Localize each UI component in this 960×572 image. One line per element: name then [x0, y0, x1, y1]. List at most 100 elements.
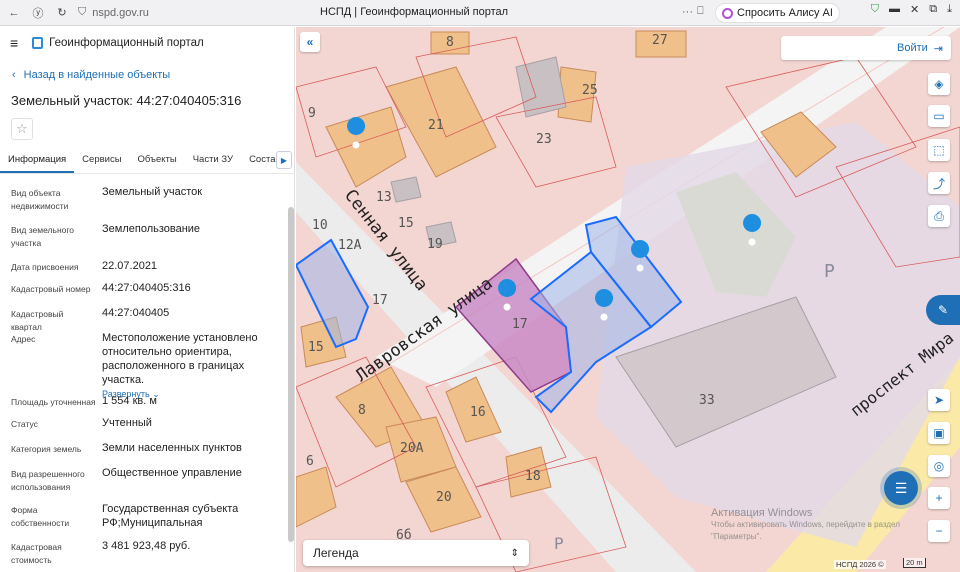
prop-label: Площадь уточненная — [11, 397, 96, 407]
building-number: 18 — [525, 469, 541, 484]
side-panel-tab[interactable]: ✎ — [926, 295, 960, 325]
prop-label: Вид разрешенного использования — [11, 469, 85, 492]
portal-logo[interactable]: Геоинформационный портал — [32, 37, 204, 49]
bookmark-icon[interactable]: ⎕ — [697, 5, 704, 18]
panel-scrollbar[interactable] — [288, 207, 294, 542]
measure-button[interactable]: ▭ — [928, 105, 950, 127]
prop-value: 3 481 923,48 руб. — [102, 540, 191, 552]
map-view[interactable]: 8 27 9 25 21 23 13 10 15 19 12А 17 15 17… — [296, 27, 960, 572]
building-number: 20 — [436, 490, 452, 505]
building — [390, 176, 422, 203]
collections-icon[interactable]: ⧉ — [929, 3, 937, 16]
zoom-out-button[interactable]: − — [928, 520, 950, 542]
watermark-line: Чтобы активировать Windows, перейдите в … — [711, 520, 900, 529]
menu-icon[interactable]: ≡ — [10, 35, 18, 51]
prop-value: Земли населенных пунктов — [102, 442, 242, 454]
yandex-icon[interactable]: ⓨ — [28, 3, 48, 23]
watermark-line: Активация Windows — [711, 507, 813, 519]
prop-label: Кадастровый квартал — [11, 309, 64, 332]
windows-activation-watermark: Активация Windows Чтобы активировать Win… — [711, 507, 900, 543]
building-number: 8 — [358, 403, 366, 418]
building — [296, 466, 337, 528]
legend-dropdown[interactable]: Легенда ⇕ — [303, 540, 529, 566]
watermark-line: "Параметры". — [711, 532, 762, 541]
share-button[interactable]: ⤴ — [928, 172, 950, 194]
back-icon[interactable]: ← — [4, 3, 24, 23]
download-icon[interactable]: ⤓ — [947, 3, 952, 16]
chevron-left-icon: ‹ — [12, 69, 16, 81]
copyright-text: НСПД 2026 © — [834, 560, 886, 569]
prop-value: 22.07.2021 — [102, 260, 158, 272]
nspd-logo-icon — [32, 37, 44, 49]
map-canvas[interactable]: 8 27 9 25 21 23 13 10 15 19 12А 17 15 17… — [296, 27, 960, 572]
object-info-panel: ≡ Геоинформационный портал ‹ Назад в най… — [0, 27, 295, 572]
select-area-button[interactable]: ⬚ — [928, 139, 950, 161]
my-location-button[interactable]: ➤ — [928, 389, 950, 411]
portal-name: Геоинформационный портал — [49, 37, 204, 49]
back-link-label: Назад в найденные объекты — [23, 69, 171, 81]
more-icon[interactable]: ··· — [682, 6, 693, 18]
prop-label: Кадастровая стоимость — [11, 542, 62, 565]
tab-parcel-parts[interactable]: Части ЗУ — [185, 148, 241, 173]
building-number: 20А — [400, 441, 424, 456]
prop-value: Государственная субъекта РФ;Муниципальна… — [102, 503, 239, 529]
star-icon: ☆ — [16, 121, 28, 136]
building-number: 23 — [536, 132, 552, 147]
building-number: 9 — [308, 106, 316, 121]
chat-button[interactable]: ☰ — [884, 471, 918, 505]
geolocation-button[interactable]: ◎ — [928, 455, 950, 477]
login-button[interactable]: Войти ⇥ — [781, 36, 951, 60]
prop-label: Дата присвоения — [11, 262, 79, 272]
building-number: 16 — [470, 405, 486, 420]
tabs-scroll-right-button[interactable]: ▶ — [276, 151, 292, 169]
prop-value: Общественное управление — [102, 467, 242, 479]
address-bar[interactable]: ⛉ nspd.gov.ru — [78, 6, 149, 19]
building-number: 33 — [699, 393, 715, 408]
share-icon: ⤴ — [932, 176, 945, 191]
print-button[interactable]: ⎙ — [928, 205, 950, 227]
collapse-panel-button[interactable]: « — [300, 32, 320, 52]
extension-icon[interactable]: ▬ — [889, 3, 900, 16]
prop-value: 44:27:040405 — [102, 307, 170, 319]
login-icon: ⇥ — [933, 42, 943, 55]
shield-icon: ⛉ — [78, 6, 87, 18]
tab-objects[interactable]: Объекты — [130, 148, 185, 173]
plus-icon: + — [935, 491, 943, 505]
building-number: 27 — [652, 33, 668, 48]
back-to-results-link[interactable]: ‹ Назад в найденные объекты — [12, 69, 170, 81]
prop-value: 1 554 кв. м — [102, 395, 157, 407]
map-tool-icon: ✎ — [937, 303, 949, 317]
address-text: Местоположение установлено относительно … — [102, 332, 258, 386]
basemap-button[interactable]: ▣ — [928, 422, 950, 444]
building-number: 10 — [312, 218, 328, 233]
alice-icon — [722, 7, 733, 19]
layers-button[interactable]: ◈ — [928, 73, 950, 95]
protect-icon[interactable]: ⛉ — [871, 3, 879, 16]
reload-icon[interactable]: ↻ — [52, 3, 72, 23]
tab-information[interactable]: Информация — [0, 148, 75, 173]
prop-label: Адрес — [11, 334, 36, 344]
prop-value: Учтенный — [102, 417, 152, 429]
select-area-icon: ⬚ — [933, 143, 945, 157]
favorite-button[interactable]: ☆ — [11, 118, 33, 140]
prop-value: Земельный участок — [102, 186, 203, 198]
page-title: НСПД | Геоинформационный портал — [320, 6, 509, 18]
tab-services[interactable]: Сервисы — [74, 148, 129, 173]
tools-icon[interactable]: ✕ — [910, 3, 919, 16]
minus-icon: − — [935, 524, 943, 538]
properties-list: Вид объекта недвижимости Земельный участ… — [0, 179, 288, 572]
ruler-icon: ▭ — [933, 109, 945, 123]
target-icon: ◎ — [933, 459, 945, 473]
building-number: 17 — [512, 317, 528, 332]
portal-header: ≡ Геоинформационный портал — [0, 27, 294, 59]
ask-alice-button[interactable]: Спросить Алису AI — [715, 3, 840, 23]
prop-label: Кадастровый номер — [11, 284, 91, 294]
building-number: 6 — [306, 454, 314, 469]
parking-label: P — [824, 261, 835, 282]
building-number: 17 — [372, 293, 388, 308]
map-scale: 20 m — [903, 558, 926, 568]
zoom-in-button[interactable]: + — [928, 487, 950, 509]
address-value: Местоположение установлено относительно … — [102, 331, 287, 401]
prop-label: Категория земель — [11, 444, 82, 454]
building-number: 15 — [308, 340, 324, 355]
